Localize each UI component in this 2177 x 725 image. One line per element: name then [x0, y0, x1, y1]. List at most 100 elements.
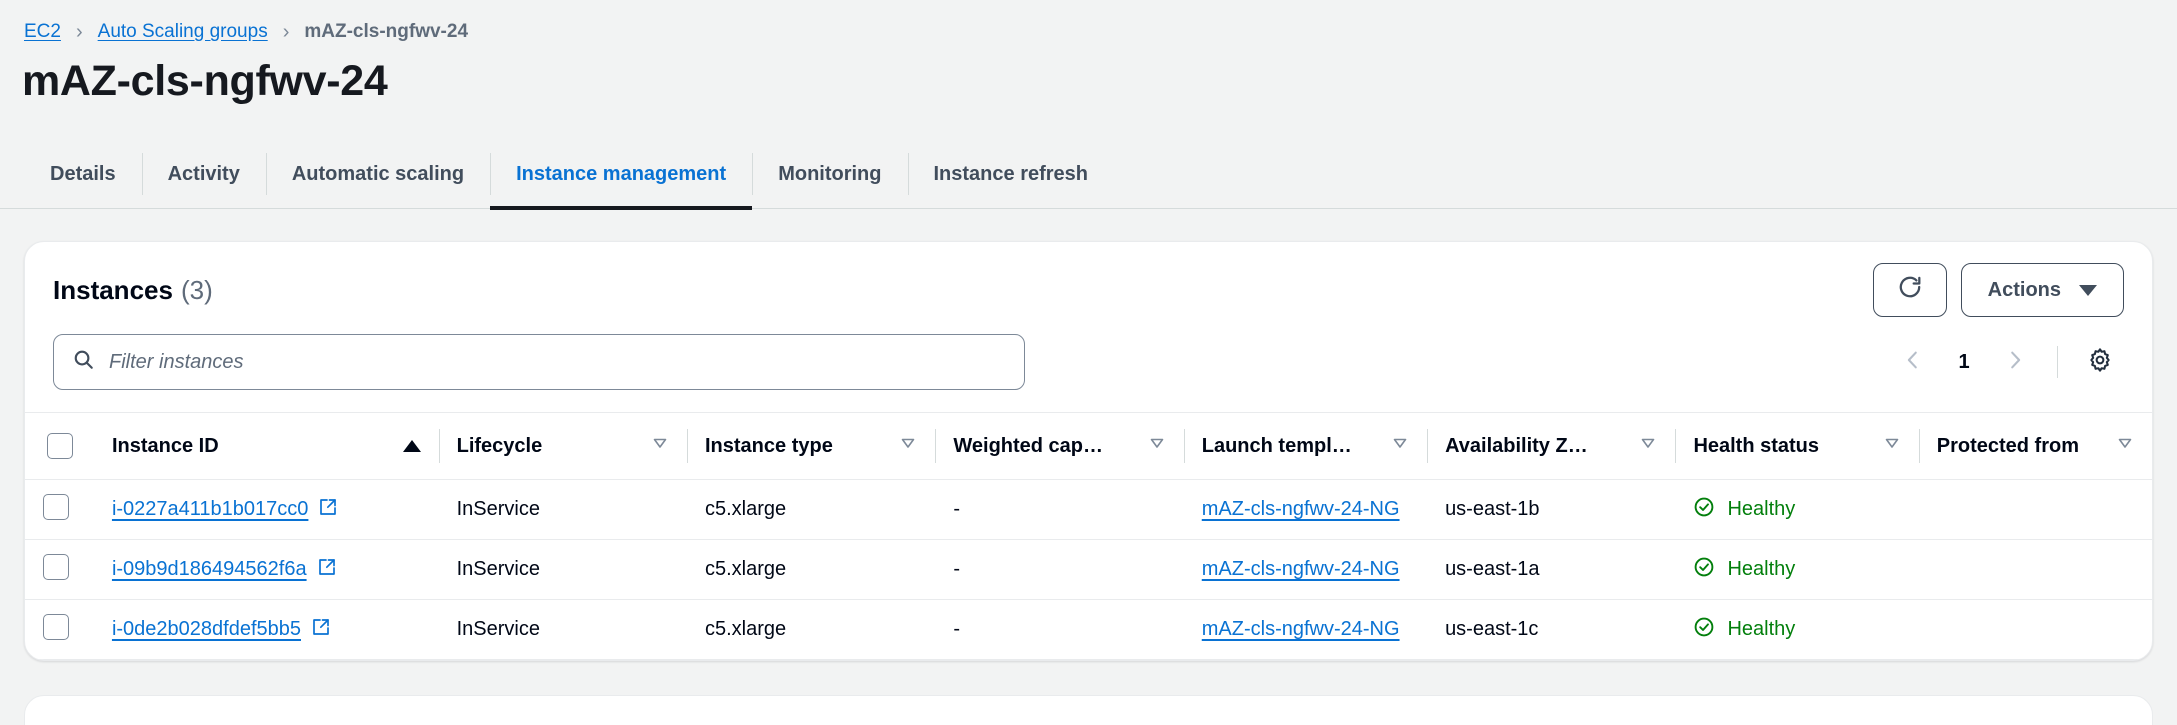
- launch-template-link[interactable]: mAZ-cls-ngfwv-24-NG: [1202, 558, 1400, 580]
- table-header-weighted-capacity[interactable]: Weighted cap…: [935, 412, 1184, 481]
- cell-instance-type: c5.xlarge: [687, 479, 936, 541]
- pagination-prev-button[interactable]: [1889, 338, 1937, 386]
- row-checkbox[interactable]: [43, 613, 69, 640]
- instances-panel: Instances (3) Actions Filter instances 1…: [24, 241, 2153, 662]
- instance-id-link[interactable]: i-09b9d186494562f6a: [112, 558, 307, 581]
- status-success-icon: [1693, 616, 1715, 644]
- breadcrumb-item-ec2[interactable]: EC2: [24, 21, 61, 43]
- breadcrumb-item-auto-scaling-groups[interactable]: Auto Scaling groups: [98, 21, 268, 43]
- cell-instance-id: i-09b9d186494562f6a: [93, 539, 439, 601]
- tab-bar: Details Activity Automatic scaling Insta…: [0, 139, 2177, 211]
- chevron-down-icon: [2079, 284, 2097, 296]
- launch-template-link[interactable]: mAZ-cls-ngfwv-24-NG: [1202, 618, 1400, 640]
- cell-instance-id: i-0227a411b1b017cc0: [93, 479, 439, 541]
- instance-id-link[interactable]: i-0de2b028dfdef5bb5: [112, 618, 301, 641]
- refresh-icon: [1897, 274, 1923, 306]
- tab-label: Instance management: [516, 162, 727, 185]
- search-icon: [72, 348, 95, 376]
- health-status-text: Healthy: [1727, 618, 1796, 641]
- cell-instance-type: c5.xlarge: [687, 539, 936, 601]
- tab-label: Activity: [167, 162, 240, 185]
- cell-weighted-capacity: -: [935, 479, 1184, 541]
- cell-lifecycle: InService: [438, 539, 687, 601]
- table-header-protected-from[interactable]: Protected from: [1918, 412, 2152, 481]
- sort-icon: [2116, 434, 2134, 458]
- gear-icon: [2087, 347, 2113, 378]
- breadcrumb-item-current: mAZ-cls-ngfwv-24: [304, 21, 469, 42]
- launch-template-link[interactable]: mAZ-cls-ngfwv-24-NG: [1202, 498, 1400, 520]
- refresh-button[interactable]: [1872, 263, 1947, 318]
- next-panel-peek: [24, 695, 2153, 725]
- cell-availability-zone: us-east-1b: [1427, 479, 1676, 541]
- cell-launch-template: mAZ-cls-ngfwv-24-NG: [1183, 479, 1428, 541]
- table-header-instance-id[interactable]: Instance ID: [93, 412, 439, 481]
- tab-activity[interactable]: Activity: [141, 139, 266, 209]
- panel-header: Instances (3) Actions: [25, 242, 2152, 318]
- search-input-wrapper[interactable]: [53, 334, 1025, 391]
- row-checkbox[interactable]: [43, 553, 69, 580]
- row-select-cell[interactable]: [25, 599, 94, 661]
- pagination-next-button[interactable]: [1991, 338, 2039, 386]
- tab-label: Instance refresh: [933, 162, 1089, 185]
- sort-icon: [1639, 434, 1657, 458]
- external-link-icon[interactable]: [311, 617, 331, 643]
- row-select-cell[interactable]: [25, 539, 94, 601]
- page-root: EC2 › Auto Scaling groups › mAZ-cls-ngfw…: [0, 0, 2177, 725]
- cell-protected-from: [1918, 539, 2152, 601]
- external-link-icon[interactable]: [318, 497, 338, 523]
- row-select-cell[interactable]: [25, 479, 94, 541]
- panel-count: (3): [180, 274, 213, 305]
- table-row[interactable]: i-0227a411b1b017cc0 InService c5.xlarge …: [25, 479, 2152, 541]
- tab-label: Automatic scaling: [291, 162, 465, 185]
- actions-button[interactable]: Actions: [1960, 263, 2124, 318]
- table-header-lifecycle[interactable]: Lifecycle: [438, 412, 687, 481]
- table-row[interactable]: i-0de2b028dfdef5bb5 InService c5.xlarge …: [25, 599, 2152, 661]
- row-checkbox[interactable]: [43, 493, 69, 520]
- column-label: Availability Z…: [1445, 434, 1588, 457]
- cell-instance-type: c5.xlarge: [687, 599, 936, 661]
- column-label: Health status: [1693, 434, 1820, 457]
- cell-health-status: Healthy: [1675, 599, 1919, 661]
- table-header-select-all[interactable]: [25, 412, 94, 481]
- panel-title-text: Instances: [53, 274, 173, 305]
- cell-launch-template: mAZ-cls-ngfwv-24-NG: [1183, 539, 1428, 601]
- breadcrumb-separator-icon: ›: [75, 21, 83, 43]
- select-all-checkbox[interactable]: [47, 433, 73, 460]
- tab-automatic-scaling[interactable]: Automatic scaling: [265, 139, 490, 209]
- external-link-icon[interactable]: [317, 557, 337, 583]
- pagination: 1: [1889, 338, 2124, 386]
- table-header-launch-template[interactable]: Launch templ…: [1183, 412, 1428, 481]
- search-input[interactable]: [109, 350, 1006, 374]
- cell-launch-template: mAZ-cls-ngfwv-24-NG: [1183, 599, 1428, 661]
- table-header-availability-zone[interactable]: Availability Z…: [1427, 412, 1676, 481]
- health-status-text: Healthy: [1727, 498, 1796, 521]
- cell-protected-from: [1918, 479, 2152, 541]
- sort-icon: [1391, 434, 1409, 458]
- cell-health-status: Healthy: [1675, 539, 1919, 601]
- sort-ascending-icon: [402, 440, 421, 453]
- column-label: Protected from: [1936, 434, 2079, 457]
- table-header-instance-type[interactable]: Instance type: [687, 412, 936, 481]
- pagination-page-1[interactable]: 1: [1943, 338, 1985, 386]
- cell-weighted-capacity: -: [935, 539, 1184, 601]
- sort-icon: [1883, 434, 1901, 458]
- column-label: Launch templ…: [1201, 434, 1352, 457]
- tab-monitoring[interactable]: Monitoring: [752, 139, 907, 209]
- panel-title: Instances (3): [53, 275, 213, 306]
- table-row[interactable]: i-09b9d186494562f6a InService c5.xlarge …: [25, 539, 2152, 601]
- column-label: Lifecycle: [456, 434, 543, 457]
- status-success-icon: [1693, 496, 1715, 524]
- column-label: Instance type: [705, 434, 833, 457]
- tab-details[interactable]: Details: [24, 139, 142, 209]
- tab-instance-refresh[interactable]: Instance refresh: [907, 139, 1115, 209]
- instance-id-link[interactable]: i-0227a411b1b017cc0: [112, 498, 308, 521]
- cell-availability-zone: us-east-1a: [1427, 539, 1676, 601]
- table-preferences-button[interactable]: [2076, 338, 2124, 386]
- tab-instance-management[interactable]: Instance management: [490, 139, 753, 211]
- table-header-health-status[interactable]: Health status: [1675, 412, 1919, 481]
- pagination-divider: [2057, 346, 2058, 379]
- status-success-icon: [1693, 556, 1715, 584]
- cell-availability-zone: us-east-1c: [1427, 599, 1676, 661]
- cell-health-status: Healthy: [1675, 479, 1919, 541]
- sort-icon: [1148, 434, 1166, 458]
